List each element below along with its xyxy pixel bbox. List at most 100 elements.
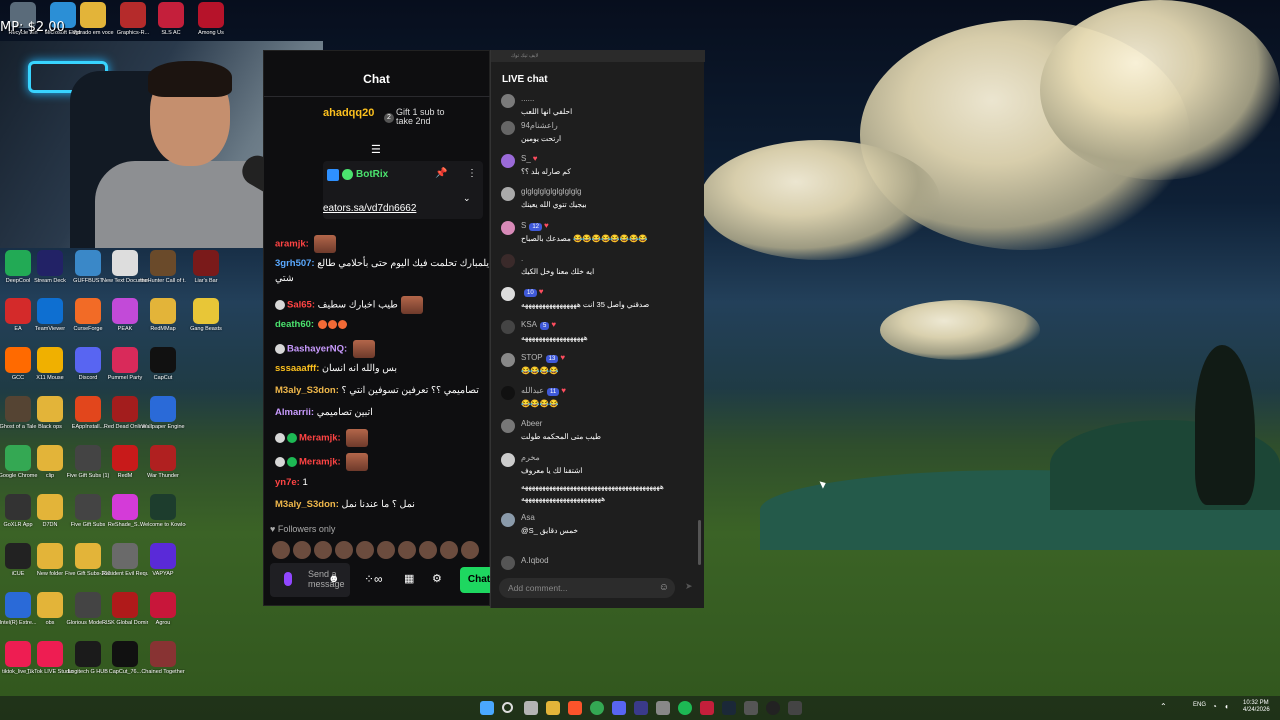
desktop-icon-chained-together[interactable]: Chained Together	[140, 641, 186, 675]
pinned-message[interactable]: BotRix 📌 ⋮ ⌄ eators.sa/vd7dn6662	[323, 161, 483, 219]
chat-message[interactable]: BashayerNQ:	[275, 340, 375, 358]
chat-message[interactable]: شتي	[275, 273, 294, 285]
live-chat-message[interactable]: Asa @S_ خمس دقايق	[501, 513, 697, 539]
system-tray-arrow-icon[interactable]: ⌃	[1160, 702, 1167, 711]
chat-message[interactable]: Meramjk:	[275, 429, 369, 447]
live-chat-message[interactable]: ...... احلفي انها اللعب	[501, 94, 697, 120]
avatar[interactable]	[501, 94, 515, 108]
avatar[interactable]	[501, 254, 515, 268]
live-chat-message[interactable]: مخرم اشتقنا لك يا معروف	[501, 453, 697, 479]
live-chat-username[interactable]: مخرم	[521, 453, 540, 462]
live-chat-message[interactable]: S 12 ♥ مصدعك بالصباح 😂😂😂😂😂😂😂😂	[501, 221, 697, 247]
live-chat-username[interactable]: S 12 ♥	[521, 221, 549, 231]
chat-username[interactable]: death60:	[275, 319, 314, 330]
chat-username[interactable]: Meramjk:	[299, 457, 341, 468]
chat-message[interactable]: Almarrii: اتبين تصاميمي	[275, 407, 373, 419]
gift-leaderboard[interactable]: ahadqq20 2 Gift 1 sub to take 2nd	[323, 103, 491, 139]
avatar[interactable]	[501, 556, 515, 570]
avatar[interactable]	[501, 386, 515, 400]
chat-username[interactable]: M3aly_S3don:	[275, 499, 339, 510]
live-chat-message[interactable]: راعشنام94 ارتحت يومين	[501, 121, 697, 147]
desktop-icon-wallpaper-engine[interactable]: Wallpaper Engine	[140, 396, 186, 430]
live-chat-username[interactable]: راعشنام94	[521, 121, 558, 130]
store-icon[interactable]: ▦	[404, 572, 414, 585]
avatar[interactable]	[501, 187, 515, 201]
chat-message[interactable]: Meramjk:	[275, 453, 369, 471]
avatar[interactable]	[501, 121, 515, 135]
desktop-icon-thehunter-call-of-t[interactable]: theHunter Call of t...	[140, 250, 186, 284]
desktop-icon-redmmap[interactable]: RedMMap	[140, 298, 186, 332]
app-icon[interactable]	[656, 701, 670, 715]
more-options-icon[interactable]: ⋮	[467, 168, 477, 179]
pin-icon[interactable]: 📌	[435, 168, 447, 179]
chat-username[interactable]: aramjk:	[275, 239, 309, 250]
desktop-icon-capcut[interactable]: CapCut	[140, 347, 186, 381]
live-chat-username[interactable]: ......	[521, 94, 534, 103]
desktop-icon-welcome-to-kowloon[interactable]: Welcome to Kowloon	[140, 494, 186, 528]
chat-message[interactable]: yn7e: 1	[275, 477, 308, 489]
avatar[interactable]	[501, 353, 515, 367]
chat-message[interactable]: Sal65: طيب اخبارك سطيف	[275, 296, 423, 314]
chat-message[interactable]: sssaaafff: بس والله انه انسان	[275, 363, 397, 375]
live-chat-username[interactable]: عبدالله 11 ♥	[521, 386, 566, 396]
expand-chevron-icon[interactable]: ⌄	[463, 193, 471, 204]
live-chat-message[interactable]: ‌. ايه خلك معنا وخل الكيك	[501, 254, 697, 280]
app-icon[interactable]	[634, 701, 648, 715]
scrollbar[interactable]	[698, 520, 701, 565]
desktop-icon-agrou[interactable]: Agrou	[140, 592, 186, 626]
points-icon[interactable]: ⁘∞	[364, 572, 383, 586]
live-chat-message[interactable]: S_ ♥ كم صارله بلد ؟؟	[501, 154, 697, 180]
mic-icon[interactable]	[284, 572, 292, 586]
avatar[interactable]	[501, 513, 515, 527]
desktop-icon-war-thunder[interactable]: War Thunder	[140, 445, 186, 479]
pinned-link[interactable]: eators.sa/vd7dn6662	[323, 203, 416, 214]
window-titlebar[interactable]: لايف تيك توك	[491, 50, 705, 62]
live-chat-username[interactable]: KSA 5 ♥	[521, 320, 556, 330]
live-chat-username[interactable]: 10 ♥	[521, 287, 543, 297]
live-chat-message[interactable]: عبدالله 11 ♥ 😂😂😂😂	[501, 386, 697, 412]
desktop-icon-liar-s-bar[interactable]: Liar's Bar	[183, 250, 229, 284]
app-icon[interactable]	[700, 701, 714, 715]
live-chat-username[interactable]: Abeer	[521, 419, 542, 428]
avatar[interactable]	[501, 419, 515, 433]
live-chat-message[interactable]: KSA 5 ♥ ههههههههههههههههههه	[501, 320, 697, 346]
windows-start-icon[interactable]	[480, 701, 494, 715]
chat-message[interactable]: 3grh507: يلمبارك تحلمت فيك اليوم حتى بأح…	[275, 258, 489, 270]
spotify-icon[interactable]	[678, 701, 692, 715]
chat-username[interactable]: Sal65:	[287, 300, 315, 311]
wifi-icon[interactable]: ◔	[1212, 702, 1217, 711]
language-indicator[interactable]: ENG	[1193, 702, 1206, 708]
chat-message[interactable]: M3aly_S3don: نمل ؟ ما عندنا نمل	[275, 499, 415, 511]
app-icon[interactable]	[546, 701, 560, 715]
copilot-icon[interactable]	[524, 701, 538, 715]
desktop-icon-vapyap[interactable]: VAPYAP	[140, 543, 186, 577]
live-chat-username[interactable]: A.Iqbod	[521, 556, 549, 565]
chat-username[interactable]: Almarrii:	[275, 407, 314, 418]
chat-message[interactable]: aramjk:	[275, 235, 337, 253]
chat-username[interactable]: Meramjk:	[299, 433, 341, 444]
obs-icon[interactable]	[766, 701, 780, 715]
discord-icon[interactable]	[612, 701, 626, 715]
live-chat-username[interactable]: S_ ♥	[521, 154, 538, 163]
desktop-icon-gang-beasts[interactable]: Gang Beasts	[183, 298, 229, 332]
steam-icon[interactable]	[722, 701, 736, 715]
live-chat-message[interactable]: 10 ♥ صدقني واصل 35 انت ههههههههههههههههه	[501, 287, 697, 313]
gear-icon[interactable]: ⚙	[432, 572, 442, 585]
chat-username[interactable]: sssaaafff:	[275, 363, 319, 374]
emote-icon[interactable]: ☻	[328, 573, 340, 585]
chat-message[interactable]: death60:	[275, 319, 347, 331]
clock[interactable]: 10:32 PM 4/24/2026	[1243, 700, 1270, 714]
avatar[interactable]	[501, 287, 515, 301]
menu-icon[interactable]: ☰	[371, 143, 381, 156]
desktop-icon-among-us[interactable]: Among Us	[188, 2, 234, 36]
chrome-icon[interactable]	[590, 701, 604, 715]
live-chat-username[interactable]: Asa	[521, 513, 535, 522]
brave-icon[interactable]	[568, 701, 582, 715]
send-icon[interactable]: ➤	[685, 581, 693, 592]
chat-username[interactable]: BashayerNQ:	[287, 344, 347, 355]
avatar[interactable]	[501, 320, 515, 334]
live-chat-username[interactable]: ‌.	[521, 254, 523, 263]
app-icon[interactable]	[744, 701, 758, 715]
app-icon[interactable]	[788, 701, 802, 715]
volume-icon[interactable]: ◖	[1224, 702, 1229, 711]
